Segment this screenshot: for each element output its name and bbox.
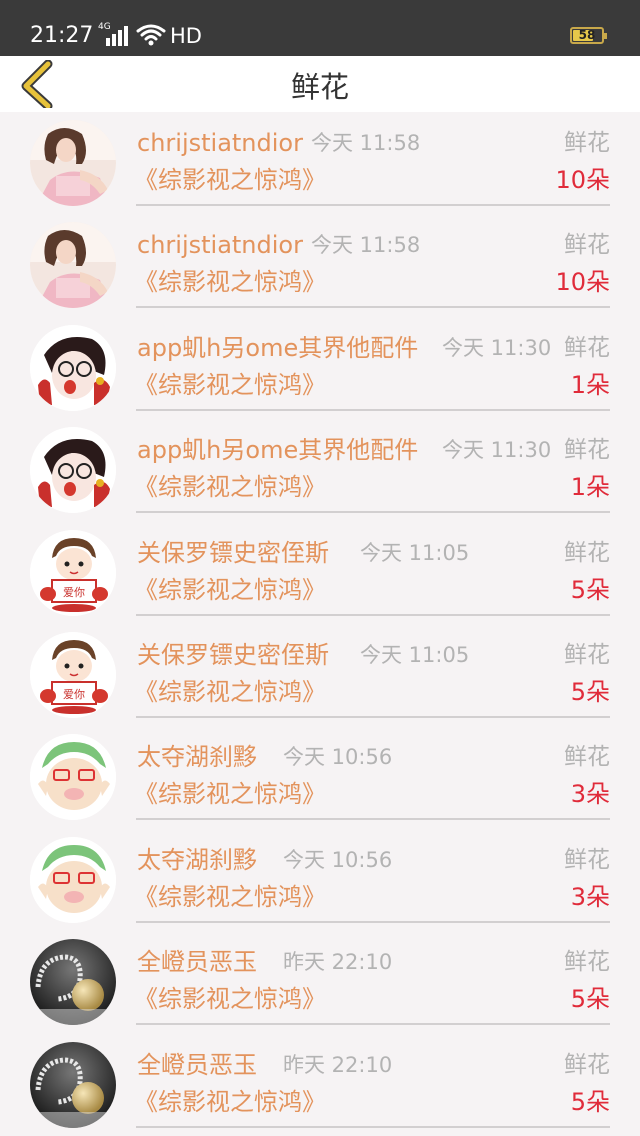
divider — [136, 204, 610, 206]
book-title[interactable]: 《综影视之惊鸿》 — [134, 573, 326, 607]
flower-count: 1朵 — [570, 370, 610, 399]
flower-count: 5朵 — [570, 575, 610, 604]
user-name: 关保罗镖史密侄斯 — [137, 538, 329, 567]
flower-gift-list: chrijstiatndior 今天 11:58 鲜花 《综影视之惊鸿》 10朵 chri… — [0, 112, 640, 1136]
gift-time: 今天 11:30 — [442, 438, 552, 463]
divider — [136, 1023, 610, 1026]
book-title[interactable]: 《综影视之惊鸿》 — [134, 880, 326, 914]
book-title[interactable]: 《综影视之惊鸿》 — [134, 265, 326, 299]
top-nav-bar: 鲜花 — [0, 56, 640, 112]
avatar[interactable] — [30, 120, 116, 206]
user-name: 全嶝员恶玉 — [137, 1050, 257, 1079]
user-name: 全嶝员恶玉 — [137, 948, 257, 977]
flower-count: 10朵 — [555, 166, 610, 194]
divider — [136, 715, 610, 718]
status-bar: 21:27 4G HD 58 — [0, 0, 640, 56]
avatar[interactable] — [30, 324, 116, 411]
divider — [136, 408, 610, 411]
divider — [136, 511, 610, 514]
battery-icon: 58 — [570, 27, 607, 44]
gift-type-label: 鲜花 — [564, 232, 610, 259]
user-name: 太夺湖刹黟 — [137, 845, 257, 874]
book-title[interactable]: 《综影视之惊鸿》 — [134, 470, 326, 504]
book-title[interactable]: 《综影视之惊鸿》 — [134, 1085, 326, 1119]
flower-count: 1朵 — [570, 473, 610, 502]
gift-time: 今天 11:05 — [360, 642, 470, 667]
flower-count: 3朵 — [570, 882, 610, 911]
book-title[interactable]: 《综影视之惊鸿》 — [134, 675, 326, 709]
avatar[interactable] — [30, 222, 116, 309]
list-item[interactable]: chrijstiatndior 今天 11:58 鲜花《综影视之惊鸿》 10朵 — [0, 214, 640, 316]
divider — [136, 613, 610, 616]
list-item[interactable]: 太夺湖刹黟 今天 10:56 鲜花《综影视之惊鸿》 3朵 — [0, 829, 640, 931]
list-item[interactable]: 太夺湖刹黟 今天 10:56 鲜花《综影视之惊鸿》 3朵 — [0, 726, 640, 828]
gift-time: 昨天 22:10 — [283, 950, 393, 975]
divider — [136, 818, 610, 821]
avatar[interactable] — [30, 836, 116, 923]
book-title[interactable]: 《综影视之惊鸿》 — [134, 982, 326, 1016]
gift-time: 今天 11:05 — [360, 540, 470, 565]
svg-text:爱你: 爱你 — [63, 586, 85, 599]
gift-type-label: 鲜花 — [564, 846, 610, 873]
flower-count: 5朵 — [570, 985, 610, 1014]
list-item[interactable]: app虮h另ome其界他配件 今天 11:30 鲜花《综影视之惊鸿》 1朵 — [0, 419, 640, 521]
user-name: 太夺湖刹黟 — [137, 743, 257, 772]
gift-time: 今天 10:56 — [283, 745, 393, 770]
user-name: chrijstiatndior — [137, 129, 303, 157]
divider — [136, 920, 610, 923]
list-item[interactable]: 爱你 关保罗镖史密侄斯 今天 11:05 鲜花《综影视之惊鸿》 5朵 — [0, 624, 640, 726]
gift-type-label: 鲜花 — [564, 1051, 610, 1078]
gift-type-label: 鲜花 — [564, 437, 610, 464]
gift-type-label: 鲜花 — [564, 949, 610, 976]
battery-level: 58 — [578, 28, 596, 42]
gift-type-label: 鲜花 — [564, 130, 610, 156]
flower-count: 5朵 — [570, 1087, 610, 1116]
divider — [136, 306, 610, 309]
gift-time: 昨天 22:10 — [283, 1052, 393, 1077]
status-time: 21:27 — [30, 23, 94, 48]
user-name: app虮h另ome其界他配件 — [137, 333, 419, 362]
svg-text:爱你: 爱你 — [63, 688, 85, 701]
gift-time: 今天 11:58 — [311, 131, 421, 155]
user-name: 关保罗镖史密侄斯 — [137, 640, 329, 669]
gift-time: 今天 11:30 — [442, 335, 552, 360]
gift-type-label: 鲜花 — [564, 641, 610, 668]
gift-type-label: 鲜花 — [564, 334, 610, 361]
user-name: chrijstiatndior — [137, 231, 303, 260]
gift-type-label: 鲜花 — [564, 539, 610, 566]
avatar[interactable] — [30, 427, 116, 514]
list-item[interactable]: app虮h另ome其界他配件 今天 11:30 鲜花《综影视之惊鸿》 1朵 — [0, 317, 640, 419]
cellular-signal-icon: 4G — [98, 22, 130, 48]
avatar[interactable] — [30, 734, 116, 821]
gift-time: 今天 10:56 — [283, 847, 393, 872]
list-item[interactable]: 全嶝员恶玉 昨天 22:10 鲜花《综影视之惊鸿》 5朵 — [0, 1034, 640, 1136]
page-title: 鲜花 — [290, 70, 349, 104]
flower-count: 10朵 — [555, 268, 610, 297]
avatar[interactable]: 爱你 — [30, 631, 116, 718]
book-title[interactable]: 《综影视之惊鸿》 — [134, 777, 326, 811]
divider — [136, 1125, 610, 1128]
flower-count: 3朵 — [570, 780, 610, 809]
book-title[interactable]: 《综影视之惊鸿》 — [134, 163, 326, 197]
avatar[interactable] — [30, 1041, 116, 1128]
avatar[interactable]: 爱你 — [30, 529, 116, 616]
gift-type-label: 鲜花 — [564, 744, 610, 771]
wifi-icon — [135, 22, 167, 48]
flower-count: 5朵 — [570, 677, 610, 706]
hd-indicator: HD — [170, 24, 202, 48]
avatar[interactable] — [30, 939, 116, 1026]
book-title[interactable]: 《综影视之惊鸿》 — [134, 368, 326, 402]
list-item[interactable]: chrijstiatndior 今天 11:58 鲜花《综影视之惊鸿》 10朵 — [0, 112, 640, 214]
user-name: app虮h另ome其界他配件 — [137, 436, 419, 465]
list-item[interactable]: 全嶝员恶玉 昨天 22:10 鲜花《综影视之惊鸿》 5朵 — [0, 931, 640, 1033]
list-item[interactable]: 爱你 关保罗镖史密侄斯 今天 11:05 鲜花《综影视之惊鸿》 5朵 — [0, 522, 640, 624]
gift-time: 今天 11:58 — [311, 233, 421, 258]
